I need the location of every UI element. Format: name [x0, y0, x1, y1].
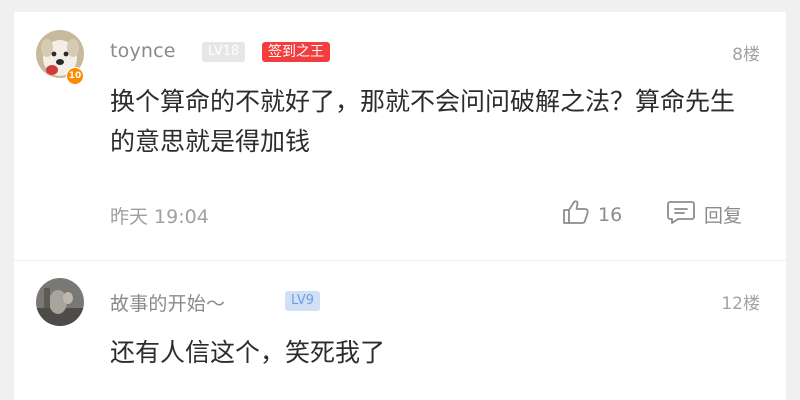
comment-text: 换个算命的不就好了，那就不会问问破解之法？算命先生的意思就是得加钱	[110, 87, 736, 156]
title-badge: 签到之王	[262, 42, 330, 62]
username[interactable]: 故事的开始～	[110, 289, 225, 316]
username[interactable]: toynce	[110, 40, 176, 62]
like-button[interactable]: 16	[562, 199, 622, 230]
floor-number: 8楼	[732, 45, 760, 65]
reply-icon	[666, 199, 704, 230]
level-badge: LV9	[285, 291, 320, 311]
divider	[14, 260, 786, 261]
like-count: 16	[598, 203, 623, 226]
thumbs-up-icon	[562, 199, 598, 230]
level-badge: LV18	[202, 42, 246, 62]
comment-text: 还有人信这个，笑死我了	[110, 338, 386, 367]
comment-list: 10 toynce LV18 签到之王 8楼 换个算命的不就好了，那就不会问问破…	[14, 12, 786, 400]
floor-number: 12楼	[721, 294, 760, 314]
reply-label: 回复	[704, 205, 743, 227]
avatar-level-badge: 10	[66, 67, 84, 85]
reply-button[interactable]: 回复	[666, 199, 742, 230]
comment-time: 昨天 19:04	[110, 206, 209, 228]
avatar[interactable]	[36, 278, 84, 326]
